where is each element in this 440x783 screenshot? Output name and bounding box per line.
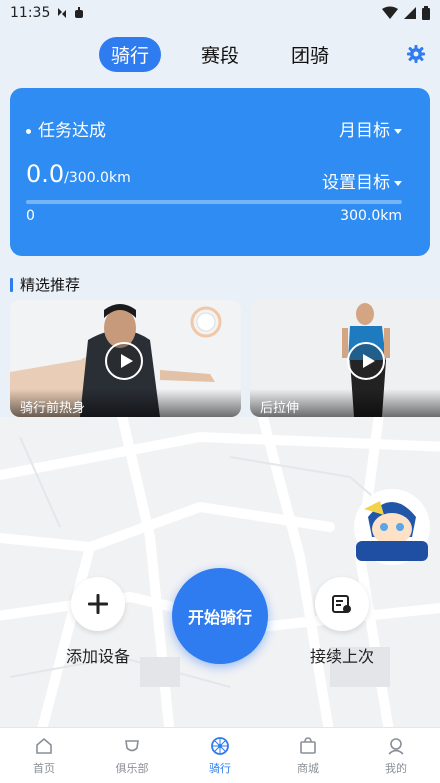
- nav-club[interactable]: 俱乐部: [88, 728, 176, 783]
- set-goal-button[interactable]: 设置目标: [322, 168, 402, 193]
- home-icon: [36, 737, 52, 754]
- start-ride-button[interactable]: 开始骑行: [172, 568, 268, 664]
- play-icon[interactable]: [105, 342, 143, 380]
- tab-group-ride[interactable]: 团骑: [279, 37, 341, 72]
- resume-circle[interactable]: [315, 577, 369, 631]
- tab-ride[interactable]: 骑行: [98, 36, 161, 72]
- goal-max-label: 300.0km: [340, 208, 402, 224]
- nav-shop[interactable]: 商城: [264, 728, 352, 783]
- status-time: 11:35: [10, 5, 51, 21]
- bug-icon: [75, 7, 84, 18]
- recommendation-carousel[interactable]: 骑行前热身 后拉伸: [10, 300, 440, 417]
- add-circle[interactable]: [71, 577, 125, 631]
- profile-icon: [388, 737, 404, 755]
- status-bar: 11:35: [0, 0, 440, 26]
- signal-icon: [404, 7, 416, 19]
- resume-last-button[interactable]: 接续上次: [300, 577, 384, 667]
- nav-ride-label: 骑行: [209, 761, 231, 775]
- play-icon[interactable]: [347, 342, 385, 380]
- status-icons-right: [382, 6, 430, 20]
- plus-icon: [88, 594, 108, 614]
- status-icons-left: [56, 6, 86, 20]
- nav-home-label: 首页: [33, 761, 55, 775]
- goal-min-label: 0: [26, 208, 35, 224]
- nav-home[interactable]: 首页: [0, 728, 88, 783]
- shop-icon: [300, 736, 316, 754]
- top-tabs: 骑行 赛段 团骑: [0, 36, 440, 72]
- nav-ride[interactable]: 骑行: [176, 728, 264, 783]
- add-device-button[interactable]: 添加设备: [60, 577, 136, 667]
- wheel-icon: [211, 736, 229, 755]
- video-card-stretch[interactable]: 后拉伸: [250, 300, 440, 417]
- goal-current: 0.0: [26, 160, 65, 188]
- resume-last-label: 接续上次: [309, 647, 374, 666]
- nav-shop-label: 商城: [297, 761, 319, 775]
- wifi-icon: [382, 6, 398, 19]
- nav-club-label: 俱乐部: [115, 761, 149, 775]
- goal-progress-value: 0.0/300.0km: [26, 160, 131, 188]
- battery-icon: [422, 6, 430, 20]
- tab-segment[interactable]: 赛段: [189, 37, 251, 72]
- nav-profile[interactable]: 我的: [352, 728, 440, 783]
- monthly-goal-dropdown[interactable]: 月目标: [339, 116, 402, 141]
- video-card-warmup[interactable]: 骑行前热身: [10, 300, 241, 417]
- goal-title: 任务达成: [26, 116, 106, 141]
- goal-progress-bar: [26, 200, 402, 204]
- bottom-navigation: 首页 俱乐部 骑行 商城 我的: [0, 727, 440, 783]
- goal-card: 任务达成 月目标 0.0/300.0km 设置目标 0 300.0km: [10, 88, 430, 256]
- caret-down-icon: [394, 180, 402, 186]
- goal-target: /300.0km: [64, 170, 131, 186]
- club-icon: [125, 739, 139, 751]
- caret-down-icon: [394, 128, 402, 134]
- section-header-recommended: 精选推荐: [10, 274, 80, 295]
- sync-icon: [58, 8, 67, 18]
- video-title: 后拉伸: [250, 389, 440, 417]
- gear-icon[interactable]: [406, 44, 426, 64]
- nav-profile-label: 我的: [385, 761, 407, 775]
- add-device-label: 添加设备: [65, 647, 130, 666]
- giant-map-logo[interactable]: [350, 487, 434, 571]
- video-title: 骑行前热身: [10, 389, 241, 417]
- resume-ride-icon: [332, 595, 351, 613]
